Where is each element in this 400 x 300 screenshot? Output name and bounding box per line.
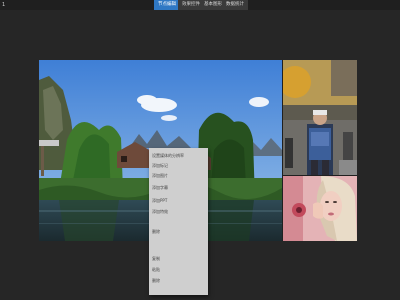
top-toolbar: 1 节点编辑 效果控件 基本图形 数据统计 (0, 0, 400, 10)
workspace: 设置媒体的分辨率 添加标记 添加图片 添加字幕 添加PPT 添加特效 删除 复制… (0, 10, 400, 300)
tab-node-edit[interactable]: 节点编辑 (154, 0, 180, 10)
context-menu: 设置媒体的分辨率 添加标记 添加图片 添加字幕 添加PPT 添加特效 删除 复制… (149, 148, 208, 295)
menu-item-add-effect[interactable]: 添加特效 (152, 207, 206, 216)
menu-item-delete[interactable]: 删除 (152, 276, 206, 285)
person-image (283, 60, 357, 175)
menu-item-add-ppt[interactable]: 添加PPT (152, 196, 206, 205)
menu-item-delete-top[interactable]: 删除 (152, 227, 206, 236)
window-title: 1 (2, 2, 6, 8)
menu-item-paste[interactable]: 粘贴 (152, 265, 206, 274)
menu-item-add-subtitle[interactable]: 添加字幕 (152, 183, 206, 192)
portrait-image (283, 176, 357, 241)
person-backpack-photo[interactable] (283, 60, 357, 175)
menu-item-add-image[interactable]: 添加图片 (152, 171, 206, 180)
tab-data-statistics[interactable]: 数据统计 (222, 0, 248, 10)
menu-item-add-marker[interactable]: 添加标记 (152, 161, 206, 170)
menu-item-set-resolution[interactable]: 设置媒体的分辨率 (152, 151, 206, 160)
menu-item-copy[interactable]: 复制 (152, 254, 206, 263)
portrait-photo[interactable] (283, 176, 357, 241)
